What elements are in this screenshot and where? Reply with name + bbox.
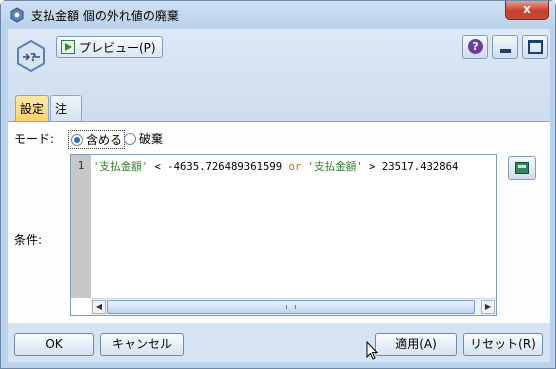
settings-panel: モード: 含める 破棄 条件: 1 '支払金額' < -4635.7264893… bbox=[8, 121, 550, 323]
expr-field-2: '支払金額' bbox=[307, 161, 363, 173]
mode-discard-radio[interactable]: 破棄 bbox=[124, 130, 163, 147]
mode-label: モード: bbox=[14, 132, 55, 146]
radio-unselected-icon bbox=[124, 132, 136, 145]
line-number: 1 bbox=[77, 159, 85, 172]
window-title: 支払金額 個の外れ値の廃棄 bbox=[31, 9, 179, 23]
tab-annotations[interactable]: 注釈 bbox=[50, 95, 82, 142]
play-table-icon bbox=[61, 40, 75, 54]
expr-op-2: > 23517.432864 bbox=[362, 161, 459, 173]
scroll-thumb[interactable] bbox=[107, 300, 475, 314]
radio-selected-icon bbox=[71, 133, 83, 146]
condition-editor[interactable]: 1 '支払金額' < -4635.726489361599 or '支払金額' … bbox=[70, 154, 497, 316]
condition-label: 条件: bbox=[14, 233, 43, 247]
select-node-icon: ? bbox=[17, 39, 45, 73]
maximize-button[interactable] bbox=[522, 35, 548, 59]
help-button[interactable]: ? bbox=[462, 35, 488, 59]
dialog-window: 支払金額 個の外れ値の廃棄 x ? プレビュー(P) ? 設定 注 モード: 含… bbox=[0, 0, 556, 369]
help-icon: ? bbox=[468, 39, 483, 54]
ok-button[interactable]: OK bbox=[14, 333, 94, 356]
preview-button[interactable]: プレビュー(P) bbox=[56, 36, 163, 58]
mouse-pointer-icon bbox=[366, 341, 379, 360]
minimize-button[interactable] bbox=[492, 35, 518, 59]
scroll-right-icon[interactable]: ▶ bbox=[481, 300, 495, 314]
expr-op-1: < -4635.726489361599 bbox=[148, 161, 289, 173]
condition-expression[interactable]: '支払金額' < -4635.726489361599 or '支払金額' > … bbox=[93, 159, 496, 174]
mode-include-radio[interactable]: 含める bbox=[68, 130, 126, 149]
line-number-gutter: 1 bbox=[71, 155, 91, 298]
preview-label: プレビュー(P) bbox=[79, 40, 156, 55]
title-bar: 支払金額 個の外れ値の廃棄 x bbox=[1, 1, 555, 29]
dialog-client: ? プレビュー(P) ? 設定 注釈 モード bbox=[8, 29, 550, 362]
reset-button[interactable]: リセット(R) bbox=[463, 333, 543, 356]
close-icon: x bbox=[523, 2, 531, 16]
maximize-icon bbox=[528, 40, 543, 54]
calculator-icon bbox=[515, 162, 529, 174]
close-button[interactable]: x bbox=[505, 1, 549, 20]
node-app-icon bbox=[10, 7, 24, 23]
tab-settings[interactable]: 設定 bbox=[15, 95, 49, 121]
horizontal-scrollbar[interactable]: ◀ ▶ bbox=[91, 298, 496, 315]
apply-button[interactable]: 適用(A) bbox=[375, 333, 457, 356]
scroll-left-icon[interactable]: ◀ bbox=[92, 300, 106, 314]
mode-discard-label: 破棄 bbox=[139, 132, 164, 146]
toolbar: ? プレビュー(P) ? 設定 注釈 bbox=[8, 29, 550, 142]
cancel-button[interactable]: キャンセル bbox=[100, 333, 184, 356]
minimize-icon bbox=[500, 49, 511, 53]
expression-builder-button[interactable] bbox=[508, 156, 536, 180]
expr-keyword: or bbox=[288, 161, 302, 173]
mode-include-label: 含める bbox=[86, 133, 123, 147]
expr-field-1: '支払金額' bbox=[93, 161, 149, 173]
